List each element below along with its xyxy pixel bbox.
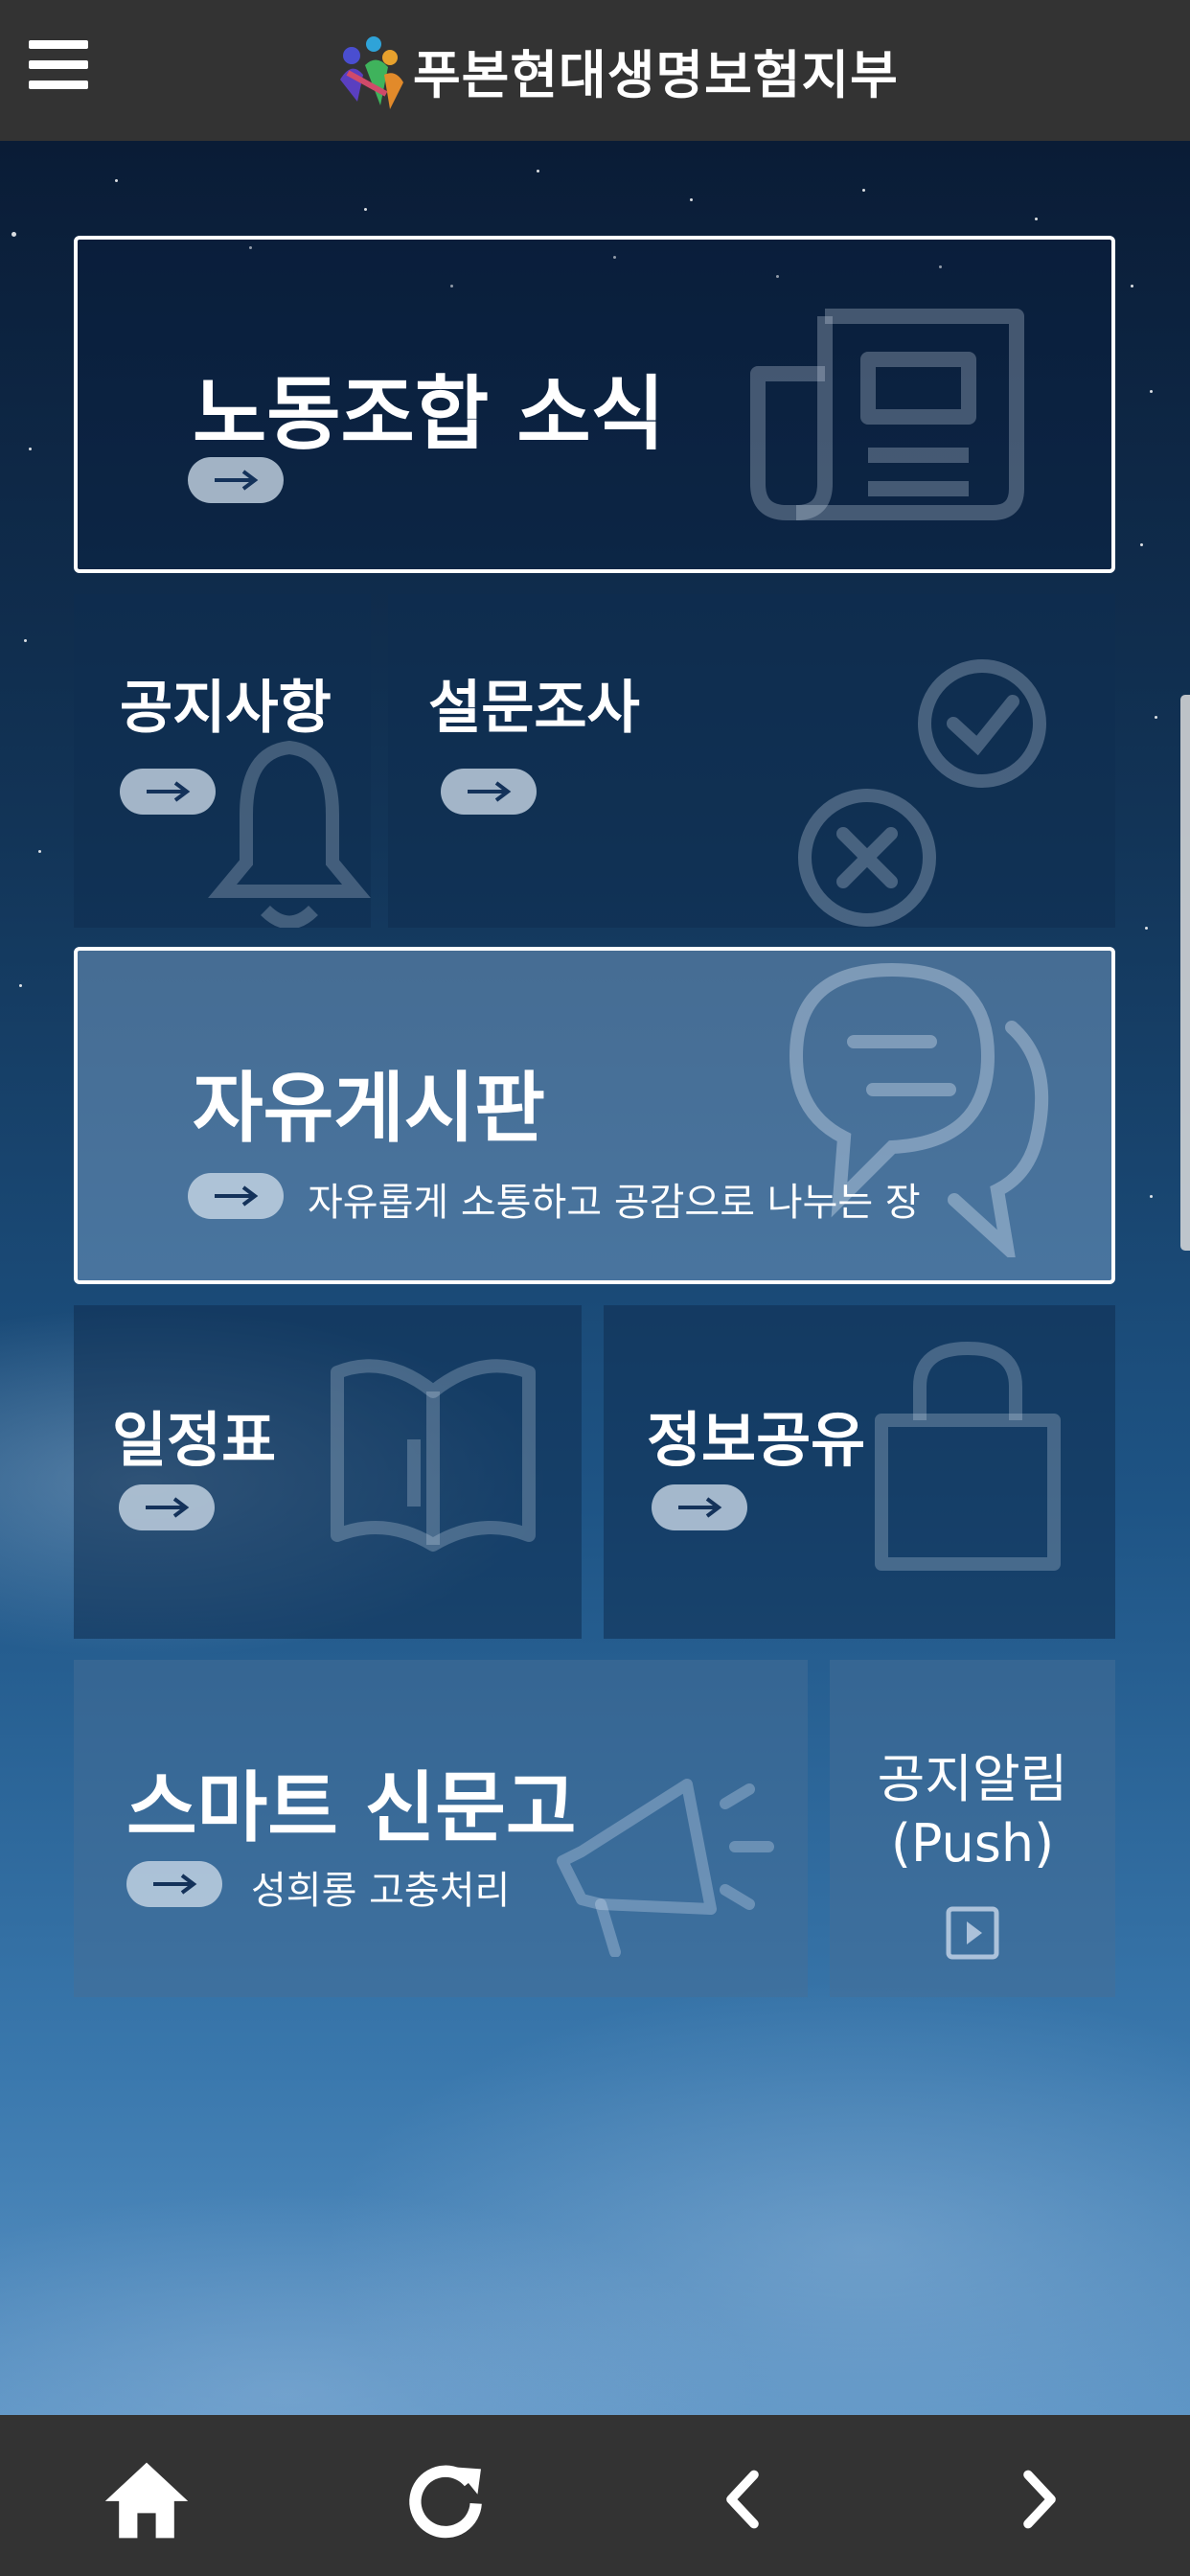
newspaper-icon [750,309,1024,520]
tile-union-news[interactable]: 노동조합 소식 [74,236,1115,573]
bag-icon [875,1342,1061,1571]
top-app-bar: 푸본현대생명보험지부 [0,0,1190,141]
union-logo-icon [340,36,403,109]
refresh-icon[interactable] [398,2451,493,2547]
tile-title: 정보공유 [647,1405,866,1475]
tile-title-secondary: (Push) [890,1813,1055,1874]
tile-title: 스마트 신문고 [126,1763,577,1852]
chevron-right-icon[interactable] [992,2451,1087,2547]
tile-push-notice[interactable]: 공지알림 (Push) [830,1660,1115,1997]
tile-smart-report[interactable]: 스마트 신문고 성희롱 고충처리 [74,1660,808,1997]
tile-survey[interactable]: 설문조사 [388,594,1115,928]
check-cross-icon [798,659,1046,927]
arrow-right-icon [126,1861,222,1907]
arrow-right-icon [119,1484,215,1530]
arrow-right-icon [441,769,537,815]
tile-notice[interactable]: 공지사항 [74,594,371,928]
tile-free-board[interactable]: 자유게시판 자유롭게 소통하고 공감으로 나누는 장 [74,947,1115,1284]
arrow-right-icon [188,457,284,503]
tile-subtitle: 자유롭게 소통하고 공감으로 나누는 장 [308,1181,921,1225]
app-brand: 푸본현대생명보험지부 [331,27,899,113]
scrollbar-thumb[interactable] [1180,695,1190,1251]
arrow-right-icon [120,769,216,815]
tile-subtitle: 성희롱 고충처리 [251,1869,511,1913]
tile-schedule[interactable]: 일정표 [74,1305,582,1639]
tile-title: 공지알림 [877,1749,1068,1809]
bottom-nav-bar [0,2415,1190,2576]
play-square-icon [946,1906,999,1960]
chevron-left-icon[interactable] [695,2451,790,2547]
tile-title: 설문조사 [428,675,640,742]
arrow-right-icon [188,1173,284,1219]
page-title: 푸본현대생명보험지부 [413,44,899,105]
tile-title: 공지사항 [120,675,332,742]
home-icon[interactable] [99,2451,195,2547]
arrow-right-icon [652,1484,747,1530]
hamburger-menu-icon[interactable] [29,40,88,94]
tile-title: 노동조합 소식 [193,367,665,461]
megaphone-icon [557,1779,774,1957]
bell-icon [208,740,371,928]
book-icon [331,1359,536,1552]
tile-info-share[interactable]: 정보공유 [604,1305,1115,1639]
tile-title: 자유게시판 [193,1064,545,1153]
tile-title: 일정표 [112,1405,277,1475]
